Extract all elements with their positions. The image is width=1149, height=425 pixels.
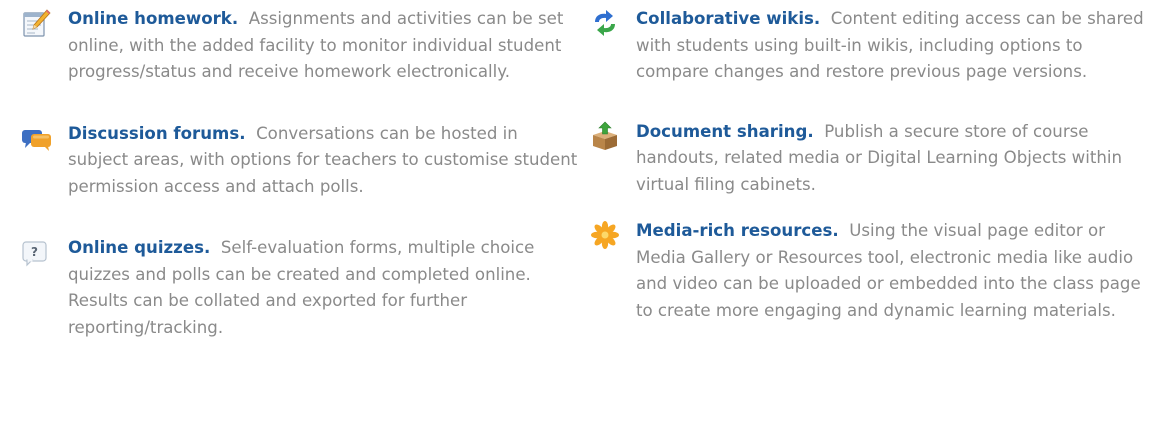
feature-title: Collaborative wikis. bbox=[636, 9, 821, 28]
feature-online-quizzes-description: Online quizzes. Self-evaluation forms, m… bbox=[68, 235, 578, 341]
feature-document-sharing: Document sharing. Publish a secure store… bbox=[590, 119, 1148, 199]
feature-document-sharing-description: Document sharing. Publish a secure store… bbox=[636, 119, 1148, 199]
feature-online-quizzes: ? Online quizzes. Self-evaluation forms,… bbox=[22, 235, 578, 341]
feature-media-rich-resources: Media-rich resources. Using the visual p… bbox=[590, 218, 1148, 324]
features-right-column: Collaborative wikis. Content editing acc… bbox=[590, 6, 1149, 324]
feature-online-homework-description: Online homework. Assignments and activit… bbox=[68, 6, 578, 86]
feature-collaborative-wikis: Collaborative wikis. Content editing acc… bbox=[590, 6, 1148, 86]
discussion-bubbles-icon bbox=[22, 123, 52, 153]
features-page: Online homework. Assignments and activit… bbox=[0, 0, 1149, 425]
feature-title: Media-rich resources. bbox=[636, 221, 839, 240]
media-starburst-icon bbox=[590, 220, 620, 250]
feature-online-homework: Online homework. Assignments and activit… bbox=[22, 6, 578, 86]
feature-discussion-forums: Discussion forums. Conversations can be … bbox=[22, 121, 578, 201]
sync-arrows-icon bbox=[590, 8, 620, 38]
question-bubble-icon: ? bbox=[22, 237, 52, 267]
features-left-column: Online homework. Assignments and activit… bbox=[22, 6, 577, 341]
feature-discussion-forums-description: Discussion forums. Conversations can be … bbox=[68, 121, 578, 201]
feature-collaborative-wikis-description: Collaborative wikis. Content editing acc… bbox=[636, 6, 1148, 86]
homework-notepad-icon bbox=[22, 8, 52, 38]
svg-text:?: ? bbox=[31, 245, 38, 259]
feature-title: Online homework. bbox=[68, 9, 239, 28]
feature-title: Online quizzes. bbox=[68, 238, 211, 257]
upload-box-icon bbox=[590, 121, 620, 151]
feature-title: Document sharing. bbox=[636, 121, 814, 141]
feature-media-rich-resources-description: Media-rich resources. Using the visual p… bbox=[636, 218, 1148, 324]
feature-title: Discussion forums. bbox=[68, 123, 246, 143]
